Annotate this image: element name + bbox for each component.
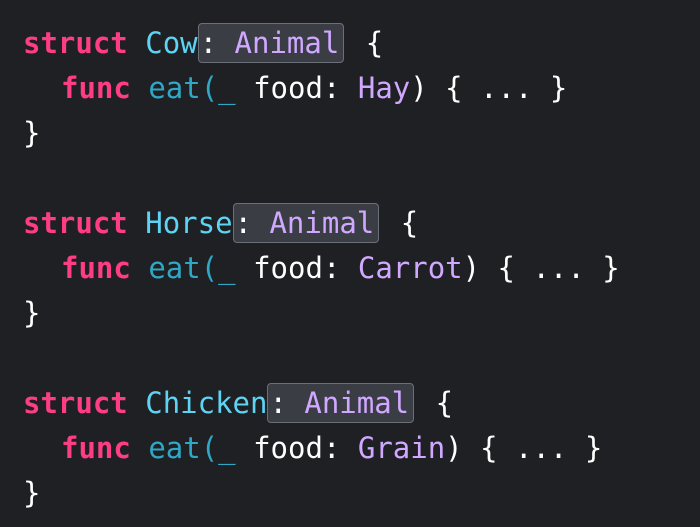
keyword-struct: struct [23,386,128,420]
code-line-struct-chicken: struct Chicken: Animal { [23,383,453,423]
function-name-eat: eat [148,71,201,105]
protocol-conformance-highlight: : Animal [197,23,345,63]
param-label: food: [235,431,358,465]
protocol-conformance-highlight: : Animal [232,203,380,243]
param-label: food: [235,71,358,105]
type-name-cow: Cow [145,26,198,60]
code-line-func-eat-grain: func eat(_ food: Grain) { ... } [61,431,603,465]
protocol-name-animal: Animal [217,26,340,60]
conformance-colon: : [199,26,218,60]
function-body: ) { ... } [462,251,620,285]
protocol-name-animal: Animal [252,206,375,240]
function-body: ) { ... } [410,71,568,105]
protocol-name-animal: Animal [286,386,410,420]
keyword-func: func [61,431,131,465]
open-brace: { [383,206,419,240]
param-type-carrot: Carrot [357,251,463,285]
code-line-close-brace: } [23,116,41,150]
code-line-func-eat-hay: func eat(_ food: Hay) { ... } [61,71,568,105]
keyword-func: func [61,251,131,285]
conformance-colon: : [234,206,253,240]
function-name-eat: eat [148,251,201,285]
param-type-grain: Grain [357,431,446,465]
open-brace: { [348,26,384,60]
keyword-func: func [61,71,131,105]
code-line-close-brace: } [23,476,41,510]
param-label: food: [235,251,358,285]
function-body: ) { ... } [445,431,603,465]
code-line-func-eat-carrot: func eat(_ food: Carrot) { ... } [61,251,620,285]
keyword-struct: struct [23,26,128,60]
code-editor[interactable]: struct Cow: Animal { func eat(_ food: Ha… [0,0,700,527]
code-line-struct-cow: struct Cow: Animal { [23,23,383,63]
keyword-struct: struct [23,206,128,240]
conformance-colon: : [269,386,287,420]
protocol-conformance-highlight: : Animal [267,383,415,423]
param-type-hay: Hay [357,71,411,105]
code-line-close-brace: } [23,296,41,330]
open-brace: { [418,386,454,420]
code-line-struct-horse: struct Horse: Animal { [23,203,418,243]
function-name-eat: eat [148,431,201,465]
type-name-horse: Horse [145,206,233,240]
type-name-chicken: Chicken [145,386,268,420]
